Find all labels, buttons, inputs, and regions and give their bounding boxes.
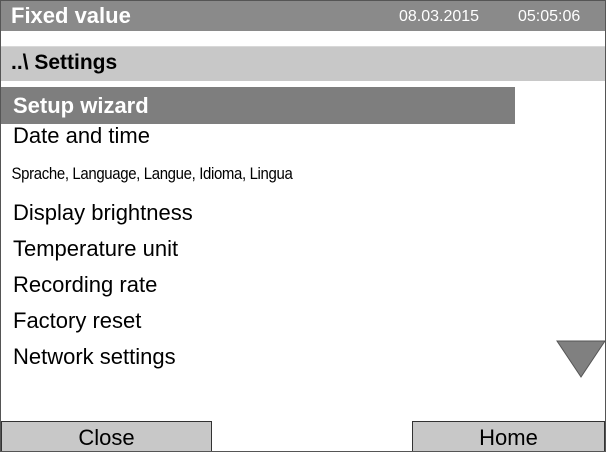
menu-item-temperature-unit[interactable]: Temperature unit: [1, 230, 178, 267]
menu-item-date-and-time[interactable]: Date and time: [1, 117, 150, 154]
breadcrumb[interactable]: ..\ Settings: [1, 46, 605, 81]
home-button[interactable]: Home: [412, 421, 605, 451]
menu-item-factory-reset[interactable]: Factory reset: [1, 302, 141, 339]
breadcrumb-label: ..\ Settings: [11, 51, 118, 74]
status-header: Fixed value 08.03.2015 05:05:06: [1, 1, 605, 31]
operating-mode-label: Fixed value: [11, 3, 131, 28]
menu-item-display-brightness[interactable]: Display brightness: [1, 194, 193, 231]
current-time: 05:05:06: [518, 8, 581, 25]
controller-screen: Fixed value 08.03.2015 05:05:06 ..\ Sett…: [0, 0, 606, 452]
menu-item-language[interactable]: Sprache, Language, Langue, Idioma, Lingu…: [1, 155, 293, 192]
menu-item-network-settings[interactable]: Network settings: [1, 338, 176, 375]
current-date: 08.03.2015: [399, 8, 480, 25]
menu-item-recording-rate[interactable]: Recording rate: [1, 266, 157, 303]
triangle-down-icon: [556, 340, 605, 378]
scroll-down-button[interactable]: [556, 339, 605, 379]
close-button[interactable]: Close: [1, 421, 212, 451]
